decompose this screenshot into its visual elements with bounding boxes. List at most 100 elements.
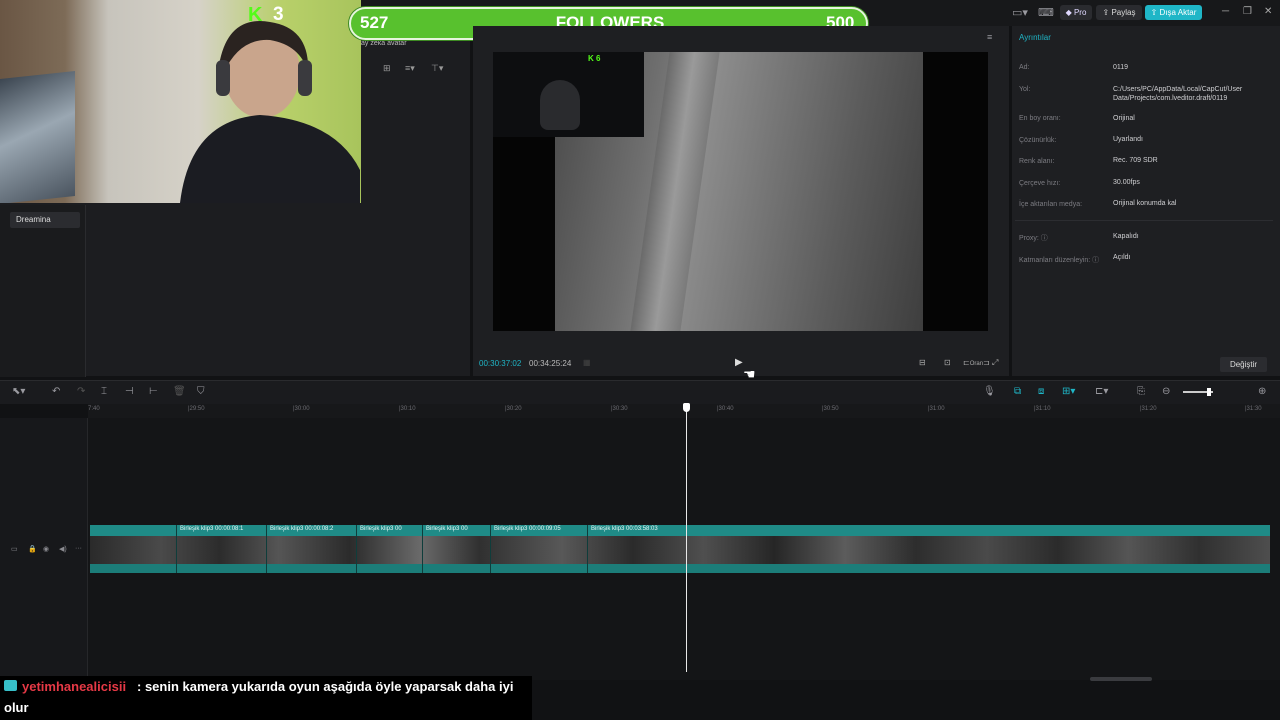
kick-viewer-count: 3 [273, 4, 284, 25]
chat-message: : senin kamera yukarıda oyun aşağıda öyl… [137, 679, 514, 694]
detail-value-aspect: Orijinal [1113, 115, 1135, 122]
ruler-tick: |30:00 [293, 406, 310, 412]
ratio-button[interactable]: ⊏Oran⊐ [963, 358, 990, 367]
preview-axis-icon[interactable]: ⊏▾ [1095, 386, 1108, 397]
clip-header[interactable] [90, 525, 1270, 536]
clip-label: Birleşik klip3 00:03:58:03 [591, 526, 658, 532]
split-left-icon[interactable]: ⊣ [125, 386, 134, 397]
ruler-tick: |30:10 [399, 406, 416, 412]
fullscreen-mode-icon[interactable]: ⊟ [919, 358, 926, 367]
clip-divider [490, 525, 491, 573]
playhead-handle[interactable] [683, 403, 690, 412]
change-button[interactable]: Değiştir [1220, 357, 1267, 372]
detail-key-path: Yol: [1019, 86, 1031, 93]
split-right-icon[interactable]: ⊢ [149, 386, 158, 397]
eye-icon[interactable]: ◉ [43, 545, 49, 553]
ruler-tick: |31:10 [1034, 406, 1051, 412]
keyboard-icon[interactable]: ⌨ [1038, 6, 1054, 19]
clip-thumbnails[interactable] [90, 536, 1270, 564]
share-icon: ⇪ [1102, 8, 1110, 17]
minimize-icon[interactable]: ─ [1222, 6, 1229, 17]
chat-badge-icon [4, 680, 17, 691]
restore-icon[interactable]: ❐ [1243, 6, 1252, 17]
undo-icon[interactable]: ↶ [52, 386, 60, 397]
split-icon[interactable]: ⌶ [101, 386, 107, 397]
detail-value-proxy: Kapalıdı [1113, 233, 1139, 240]
more-icon[interactable]: ··· [75, 545, 82, 552]
kick-logo-icon: K [248, 4, 263, 26]
shield-icon[interactable]: ⛉ [197, 386, 205, 397]
clip-label: Birleşik klip3 00:00:09:05 [494, 526, 561, 532]
link-icon[interactable]: ⧉ [1014, 386, 1021, 397]
player-menu-icon[interactable]: ≡ [987, 32, 992, 42]
details-title: Ayrıntılar [1019, 33, 1051, 42]
clip-label: Birleşik klip3 00 [360, 526, 402, 532]
media-sidebar [0, 205, 86, 377]
sidebar-item-dreamina[interactable]: Dreamina [10, 212, 80, 228]
proxy-key-label: Proxy: [1019, 235, 1039, 242]
crop-icon[interactable]: ⊡ [944, 358, 951, 367]
ai-avatar-label: ay zekâ avatar [361, 40, 407, 47]
lock-icon[interactable]: 🔒 [28, 545, 37, 553]
share-label: Paylaş [1111, 8, 1136, 17]
detail-key-name: Ad: [1019, 64, 1030, 71]
diamond-icon: ◆ [1065, 8, 1072, 17]
volume-icon[interactable]: ◀) [59, 545, 67, 553]
streamer-figure [180, 21, 360, 203]
detail-value-layers: Açıldı [1113, 254, 1131, 261]
clip-divider [422, 525, 423, 573]
share-button[interactable]: ⇪ Paylaş [1096, 5, 1142, 20]
inset-kick-counter: K 6 [588, 54, 600, 63]
detail-value-name: 0119 [1113, 64, 1129, 71]
select-tool-icon[interactable]: ⬉▾ [12, 386, 25, 397]
webcam-monitor [0, 71, 75, 203]
timecode-grid-icon[interactable]: ▦ [583, 358, 591, 367]
clip-divider [356, 525, 357, 573]
zoom-fit-icon[interactable]: ⊕ [1258, 386, 1266, 397]
ruler-tick: |29:50 [188, 406, 205, 412]
ruler-tick: |30:30 [611, 406, 628, 412]
export-button[interactable]: ⇧ Dışa Aktar [1145, 5, 1202, 20]
sort-icon[interactable]: ≡▾ [405, 63, 415, 74]
track-cover-icon[interactable]: ▭ [11, 545, 18, 553]
timeline-toolbar [0, 380, 1280, 404]
filter-icon[interactable]: ⊤▾ [431, 63, 443, 74]
play-icon[interactable]: ▶ [735, 357, 743, 368]
layout-icon[interactable]: ▭▾ [1012, 6, 1028, 19]
info-icon: ⓘ [1092, 257, 1100, 264]
detail-value-framerate: 30.00fps [1113, 179, 1140, 186]
caption-icon[interactable]: ⎘ [1137, 386, 1145, 397]
playhead-line[interactable] [686, 404, 687, 672]
detail-key-colorspace: Renk alanı: [1019, 158, 1055, 165]
zoom-slider-knob[interactable] [1207, 388, 1211, 396]
info-icon: ⓘ [1040, 235, 1048, 242]
ruler-tick: |30:40 [717, 406, 734, 412]
current-time: 00:30:37:02 [479, 359, 522, 368]
clip-label: Birleşik klip3 00:00:08:2 [270, 526, 334, 532]
ruler-tick: |30:20 [505, 406, 522, 412]
timeline-scrollbar[interactable] [1090, 677, 1152, 681]
pro-button[interactable]: ◆ Pro [1060, 5, 1092, 20]
redo-icon[interactable]: ↷ [77, 386, 85, 397]
inset-kick-value: 6 [596, 54, 601, 63]
microphone-icon[interactable]: 🎙 [983, 386, 996, 397]
snap-icon[interactable]: ⧈ [1038, 386, 1044, 397]
ruler-tick: 7:40 [88, 406, 100, 412]
ruler-tick: |31:20 [1140, 406, 1157, 412]
clip-label: Birleşik klip3 00 [426, 526, 468, 532]
close-icon[interactable]: ✕ [1264, 6, 1272, 17]
total-time: 00:34:25:24 [529, 359, 572, 368]
expand-icon[interactable]: ⤢ [992, 358, 998, 368]
delete-icon[interactable]: 🗑 [173, 386, 186, 397]
export-label: Dışa Aktar [1159, 8, 1197, 17]
ruler-tick: |31:30 [1245, 406, 1262, 412]
detail-key-proxy: Proxy: ⓘ [1019, 233, 1048, 243]
chat-username: yetimhanealicisii [22, 679, 127, 694]
grid-view-icon[interactable]: ⊞ [383, 63, 391, 74]
clip-audio-waveform[interactable] [90, 564, 1270, 573]
magnet-icon[interactable]: ⊞▾ [1062, 386, 1075, 397]
zoom-out-icon[interactable]: ⊖ [1162, 386, 1170, 397]
clip-divider [266, 525, 267, 573]
detail-key-framerate: Çerçeve hızı: [1019, 180, 1061, 187]
ratio-label: Oran [969, 361, 984, 367]
